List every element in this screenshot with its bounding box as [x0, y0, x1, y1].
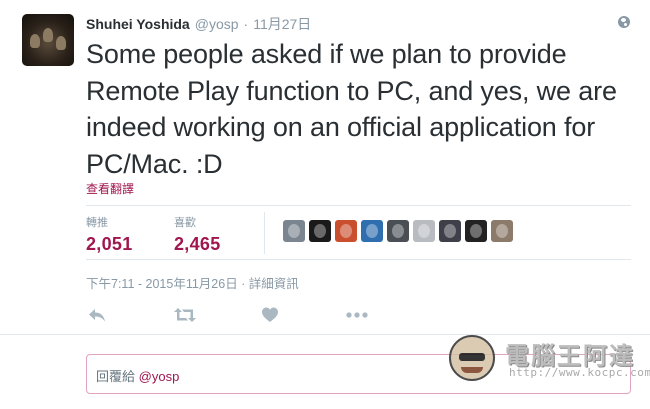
engager-avatar-7[interactable]: [439, 220, 461, 242]
avatar-icon: [496, 224, 508, 238]
engager-avatar-3[interactable]: [335, 220, 357, 242]
avatar-icon: [340, 224, 352, 238]
retweet-count: 2,051: [86, 234, 133, 254]
avatar-icon: [314, 224, 326, 238]
reply-input[interactable]: 回覆給 @yosp: [86, 354, 631, 394]
avatar-icon: [418, 224, 430, 238]
stats-divider: [264, 212, 265, 254]
reply-icon[interactable]: [88, 306, 106, 324]
more-icon[interactable]: [346, 306, 368, 324]
tweet-stats: 轉推 2,051 喜歡 2,465: [86, 205, 631, 260]
author-avatar[interactable]: [22, 14, 74, 66]
engager-avatar-1[interactable]: [283, 220, 305, 242]
tweet-actions: [86, 306, 386, 326]
retweet-icon[interactable]: [174, 306, 196, 324]
engager-avatar-4[interactable]: [361, 220, 383, 242]
avatar-icon: [444, 224, 456, 238]
avatar-icon: [470, 224, 482, 238]
engager-avatars: [283, 220, 513, 242]
reply-prefix: 回覆給: [96, 369, 136, 384]
separator-dot: ·: [243, 16, 249, 32]
avatar-icon: [366, 224, 378, 238]
reply-mention: @yosp: [138, 369, 180, 384]
author-name[interactable]: Shuhei Yoshida: [86, 16, 190, 32]
like-stat[interactable]: 喜歡 2,465: [174, 214, 221, 255]
retweet-count-label: 轉推: [86, 217, 108, 229]
engager-avatar-8[interactable]: [465, 220, 487, 242]
like-count-label: 喜歡: [174, 217, 196, 229]
engager-avatar-2[interactable]: [309, 220, 331, 242]
tweet-timestamp[interactable]: 下午7:11 - 2015年11月26日 · 詳細資訊: [86, 273, 299, 292]
heart-icon[interactable]: [262, 306, 278, 324]
avatar-icon: [392, 224, 404, 238]
tweet-text: Some people asked if we plan to provide …: [86, 39, 617, 179]
retweet-stat[interactable]: 轉推 2,051: [86, 214, 133, 255]
author-handle[interactable]: @yosp: [195, 16, 239, 32]
engager-avatar-6[interactable]: [413, 220, 435, 242]
avatar-icon: [288, 224, 300, 238]
tweet-date[interactable]: 11月27日: [253, 14, 311, 34]
engager-avatar-5[interactable]: [387, 220, 409, 242]
translate-link[interactable]: 查看翻譯: [86, 180, 134, 197]
like-count: 2,465: [174, 234, 221, 254]
tweet-card: Shuhei Yoshida @yosp · 11月27日 Some peopl…: [0, 0, 650, 335]
globe-icon: [618, 16, 630, 28]
engager-avatar-9[interactable]: [491, 220, 513, 242]
tweet-header: Shuhei Yoshida @yosp · 11月27日: [86, 14, 311, 32]
